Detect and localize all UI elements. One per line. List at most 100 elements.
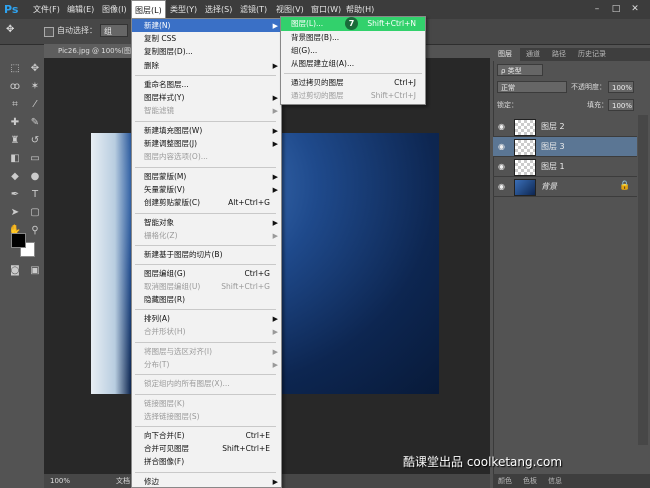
type-icon[interactable]: T xyxy=(28,188,42,202)
eye-icon[interactable]: ◉ xyxy=(498,182,508,192)
layer-menu-item[interactable]: 创建剪贴蒙版(C) Alt+Ctrl+G xyxy=(144,197,278,209)
dodge-icon[interactable]: ● xyxy=(28,170,42,184)
move-icon[interactable]: ✥ xyxy=(28,62,42,76)
layer-menu-item[interactable]: 图层内容选项(O)... xyxy=(144,151,278,163)
layer-row[interactable]: ◉ 图层 2 xyxy=(493,117,637,137)
layers-scrollbar[interactable] xyxy=(638,115,648,445)
layer-menu-item[interactable]: 矢量蒙版(V) ▶ xyxy=(144,184,278,196)
new-submenu-item[interactable]: 组(G)... xyxy=(291,45,421,57)
tab-channels[interactable]: 通道 xyxy=(526,48,540,61)
menu-item-label: 向下合并(E) xyxy=(144,431,185,440)
layer-menu-item[interactable]: 拼合图像(F) xyxy=(144,456,278,468)
menu-filter[interactable]: 滤镜(T) xyxy=(240,0,267,19)
layer-menu-item[interactable]: 合并形状(H) ▶ xyxy=(144,326,278,338)
brush-icon[interactable]: ✎ xyxy=(28,116,42,130)
marquee-icon[interactable]: ⬚ xyxy=(8,62,22,76)
layer-menu-item[interactable]: 新建调整图层(J) ▶ xyxy=(144,138,278,150)
layer-menu-item[interactable]: 删除 ▶ xyxy=(144,60,278,72)
blend-mode-dropdown[interactable]: 正常 xyxy=(497,81,567,93)
menu-layer[interactable]: 图层(L) xyxy=(131,0,166,19)
shape-icon[interactable]: ▢ xyxy=(28,206,42,220)
tab-color[interactable]: 颜色 xyxy=(498,474,512,488)
layer-menu-item[interactable]: 图层蒙版(M) ▶ xyxy=(144,171,278,183)
layer-menu-item[interactable]: 锁定组内的所有图层(X)... xyxy=(144,378,278,390)
history-brush-icon[interactable]: ↺ xyxy=(28,134,42,148)
tab-info[interactable]: 信息 xyxy=(548,474,562,488)
fill-field[interactable]: 100% xyxy=(608,99,634,111)
layer-menu-item[interactable]: 栅格化(Z) ▶ xyxy=(144,230,278,242)
lasso-icon[interactable]: ꝏ xyxy=(8,80,22,94)
layer-menu-item[interactable]: 取消图层编组(U) Shift+Ctrl+G xyxy=(144,281,278,293)
tab-layers[interactable]: 图层 xyxy=(493,48,520,61)
quick-mask-icon[interactable]: ◙ xyxy=(8,264,22,278)
eraser-icon[interactable]: ◧ xyxy=(8,152,22,166)
layer-menu-item[interactable]: 重命名图层... xyxy=(144,79,278,91)
layer-menu-item[interactable]: 选择链接图层(S) xyxy=(144,411,278,423)
menu-item-shortcut: Ctrl+E xyxy=(245,431,270,440)
eye-icon[interactable]: ◉ xyxy=(498,162,508,172)
pen-icon[interactable]: ✒ xyxy=(8,188,22,202)
zoom-icon[interactable]: ⚲ xyxy=(28,224,42,238)
menu-file[interactable]: 文件(F) xyxy=(33,0,60,19)
layer-menu-item[interactable]: 将图层与选区对齐(I) ▶ xyxy=(144,346,278,358)
window-controls: – □ ✕ xyxy=(586,3,646,16)
layer-menu-item[interactable]: 智能对象 ▶ xyxy=(144,217,278,229)
move-tool-icon[interactable]: ✥ xyxy=(6,24,14,35)
zoom-level[interactable]: 100% xyxy=(50,474,70,488)
new-submenu-item[interactable]: 通过拷贝的图层 Ctrl+J xyxy=(291,77,421,89)
crop-icon[interactable]: ⌗ xyxy=(8,98,22,112)
opacity-field[interactable]: 100% xyxy=(608,81,634,93)
layer-menu-item[interactable]: 新建(N) ▶ xyxy=(144,20,278,32)
eyedropper-icon[interactable]: ⁄ xyxy=(28,98,42,112)
maximize-icon[interactable]: □ xyxy=(608,3,624,15)
layer-menu-item[interactable]: 合并可见图层 Shift+Ctrl+E xyxy=(144,443,278,455)
layer-row[interactable]: ◉ 图层 3 xyxy=(493,137,637,157)
menu-item-label: 锁定组内的所有图层(X)... xyxy=(144,379,230,388)
layer-row[interactable]: ◉ 图层 1 xyxy=(493,157,637,177)
new-submenu-item[interactable]: 从图层建立组(A)... xyxy=(291,58,421,70)
blur-icon[interactable]: ◆ xyxy=(8,170,22,184)
layer-menu-item[interactable]: 向下合并(E) Ctrl+E xyxy=(144,430,278,442)
eye-icon[interactable]: ◉ xyxy=(498,142,508,152)
layer-menu-item[interactable]: 新建基于图层的切片(B) xyxy=(144,249,278,261)
menu-item-label: 组(G)... xyxy=(291,46,318,55)
menu-type[interactable]: 类型(Y) xyxy=(170,0,197,19)
layer-thumbnail xyxy=(514,139,536,156)
layer-menu-item[interactable]: 排列(A) ▶ xyxy=(144,313,278,325)
layer-menu-item[interactable]: 新建填充图层(W) ▶ xyxy=(144,125,278,137)
minimize-icon[interactable]: – xyxy=(589,3,605,15)
menu-item-label: 复制图层(D)... xyxy=(144,47,193,56)
auto-select-dropdown[interactable]: 组 xyxy=(100,24,128,37)
menu-item-shortcut: Ctrl+J xyxy=(394,78,416,87)
layer-menu-item[interactable]: 复制 CSS xyxy=(144,33,278,45)
layer-menu-item[interactable]: 智能滤镜 ▶ xyxy=(144,105,278,117)
menu-image[interactable]: 图像(I) xyxy=(102,0,127,19)
eye-icon[interactable]: ◉ xyxy=(498,122,508,132)
layer-filter-dropdown[interactable]: ρ 类型 xyxy=(497,64,543,76)
auto-select-checkbox[interactable] xyxy=(44,27,54,37)
layer-menu-item[interactable]: 图层样式(Y) ▶ xyxy=(144,92,278,104)
menu-item-shortcut: Shift+Ctrl+N xyxy=(367,19,416,28)
tab-swatches[interactable]: 色板 xyxy=(523,474,537,488)
path-select-icon[interactable]: ➤ xyxy=(8,206,22,220)
gradient-icon[interactable]: ▭ xyxy=(28,152,42,166)
tab-paths[interactable]: 路径 xyxy=(552,48,566,61)
layer-menu-item[interactable]: 图层编组(G) Ctrl+G xyxy=(144,268,278,280)
layer-menu-item[interactable]: 隐藏图层(R) xyxy=(144,294,278,306)
foreground-color-swatch[interactable] xyxy=(11,233,26,248)
healing-icon[interactable]: ✚ xyxy=(8,116,22,130)
menu-edit[interactable]: 编辑(E) xyxy=(67,0,94,19)
layer-menu-item[interactable]: 修边 ▶ xyxy=(144,476,278,488)
magic-wand-icon[interactable]: ✶ xyxy=(28,80,42,94)
tab-history[interactable]: 历史记录 xyxy=(578,48,606,61)
layer-menu-item[interactable]: 分布(T) ▶ xyxy=(144,359,278,371)
screen-mode-icon[interactable]: ▣ xyxy=(28,264,42,278)
close-icon[interactable]: ✕ xyxy=(627,3,643,15)
new-submenu-item[interactable]: 通过剪切的图层 Shift+Ctrl+J xyxy=(291,90,421,102)
new-submenu-item[interactable]: 背景图层(B)... xyxy=(291,32,421,44)
menu-select[interactable]: 选择(S) xyxy=(205,0,232,19)
stamp-icon[interactable]: ♜ xyxy=(8,134,22,148)
layer-row[interactable]: ◉ 背景 🔒 xyxy=(493,177,637,197)
layer-menu-item[interactable]: 链接图层(K) xyxy=(144,398,278,410)
layer-menu-item[interactable]: 复制图层(D)... xyxy=(144,46,278,58)
